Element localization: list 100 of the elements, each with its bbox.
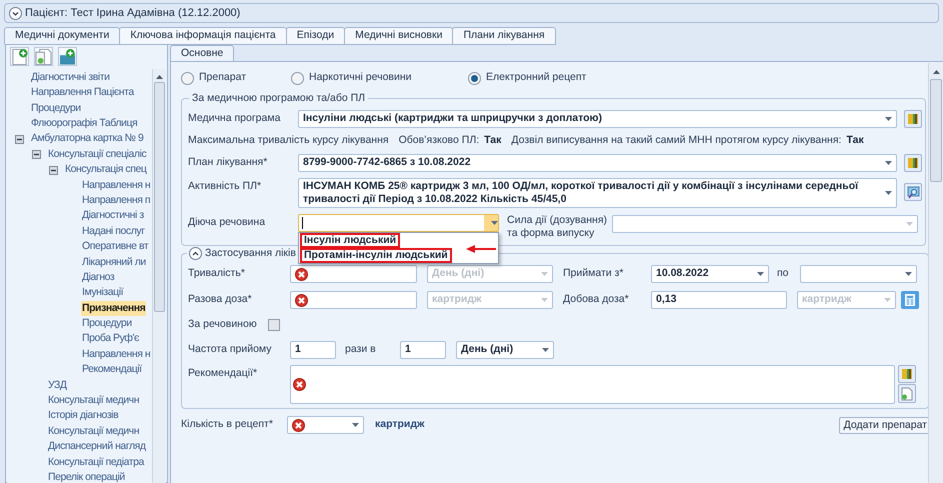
toolbar-button[interactable] xyxy=(34,47,53,66)
field-label: Обов’язково ПЛ: xyxy=(398,133,480,148)
dropdown-field[interactable] xyxy=(800,265,917,283)
text-field[interactable]: 0,13 xyxy=(651,291,787,309)
calculator-button[interactable] xyxy=(901,291,919,309)
tab[interactable]: Медичні документи xyxy=(4,27,120,45)
folder-button[interactable] xyxy=(904,154,922,172)
search-button[interactable] xyxy=(904,183,922,201)
flag-value: Так xyxy=(484,133,502,148)
add-folder-icon xyxy=(59,48,76,66)
caret-icon xyxy=(757,272,764,276)
collapse-icon[interactable] xyxy=(49,166,58,175)
dropdown-field[interactable] xyxy=(298,214,499,232)
tree-item[interactable]: Направлення Пацієнта xyxy=(30,85,135,101)
new-document-button[interactable] xyxy=(898,384,916,403)
field-label: Максимальна тривалість курсу лікування xyxy=(188,133,389,148)
scroll-up-icon[interactable] xyxy=(156,75,163,79)
dropdown-field[interactable] xyxy=(287,416,364,434)
search-icon xyxy=(906,186,920,198)
caret-icon xyxy=(491,221,498,225)
toolbar-button[interactable] xyxy=(58,47,77,66)
tab[interactable]: Медичні висновки xyxy=(344,27,454,45)
tree-item[interactable]: Диспансерний нагляд xyxy=(47,439,147,455)
copy-document-icon xyxy=(35,48,52,66)
tree-item[interactable]: Амбулаторна картка № 9 xyxy=(30,131,144,148)
document-icon xyxy=(901,386,913,400)
dropdown-option[interactable]: Протамін-інсулін людський xyxy=(300,248,452,263)
field-label: Сила дії (дозування) та форма випуску xyxy=(507,214,608,240)
dropdown-field[interactable]: Інсуліни людські (картриджи та шприцручки з доплатою) xyxy=(298,110,897,128)
calculator-icon xyxy=(905,294,915,306)
scrollbar-thumb[interactable] xyxy=(154,82,165,312)
tree-item[interactable]: Консультації медичн xyxy=(47,424,140,440)
tree-item[interactable]: Флюорографія Таблиця xyxy=(30,116,138,132)
tree-item[interactable]: Оперативне вт xyxy=(81,239,150,255)
folder-icon xyxy=(901,368,913,380)
field-label: Дозвіл виписування на такий самий МНН протягом курсу лікування: xyxy=(511,133,842,148)
field-label: рази в xyxy=(345,342,377,358)
radio-button[interactable] xyxy=(468,72,481,84)
folder-button[interactable] xyxy=(898,365,916,383)
tree-item[interactable]: УЗД xyxy=(47,378,68,394)
tree-item[interactable]: Діагностичні звіти xyxy=(30,70,110,86)
radio-button[interactable] xyxy=(181,72,194,84)
toolbar-button[interactable] xyxy=(10,47,29,66)
tree-item[interactable]: Призначення xyxy=(81,300,146,316)
text-field[interactable]: 1 xyxy=(290,341,336,359)
tree-item[interactable]: Процедури xyxy=(30,100,82,116)
field-label: Діюча речовина xyxy=(188,215,266,230)
tree-item[interactable]: Процедури xyxy=(81,316,133,332)
pointer-arrow xyxy=(466,245,496,253)
collapse-icon[interactable] xyxy=(15,134,24,144)
radio-label[interactable]: Наркотичні речовини xyxy=(309,70,412,86)
tab[interactable]: Ключова інформація пацієнта xyxy=(119,27,287,45)
tree-item[interactable]: Консультації спеціаліс xyxy=(47,146,148,163)
checkbox[interactable] xyxy=(268,319,280,331)
tree-item[interactable]: Діагностичні з xyxy=(81,208,145,224)
collapse-icon[interactable] xyxy=(9,6,22,20)
tree-item[interactable]: Направлення н xyxy=(81,346,152,363)
tab[interactable]: Епізоди xyxy=(286,27,346,45)
tree-item[interactable]: Діагноз xyxy=(81,270,116,286)
scrollbar-thumb[interactable] xyxy=(930,79,942,182)
radio-label[interactable]: Препарат xyxy=(199,70,246,86)
dropdown-field[interactable]: ІНСУМАН КОМБ 25® картридж 3 мл, 100 ОД/мл, короткої тривалості дії у комбінації з інсулінами середньої тривалості дії Період з 10.08.2022 Кількість 45/45,0 xyxy=(298,178,897,208)
text-field[interactable] xyxy=(290,291,417,309)
dropdown-field[interactable]: 10.08.2022 xyxy=(651,265,769,283)
scrollbar[interactable] xyxy=(928,63,943,483)
tree-item[interactable]: Рекомендації xyxy=(81,362,143,378)
folder-button[interactable] xyxy=(904,110,922,128)
tree-item[interactable]: Консультація спец xyxy=(64,162,148,178)
caret-icon xyxy=(884,298,891,302)
field-label: Частота прийому xyxy=(188,342,273,358)
tree-item[interactable]: Консультації медичн xyxy=(47,393,140,409)
tree-item[interactable]: Направлення п xyxy=(81,192,152,209)
field-label: За речовиною xyxy=(188,317,258,332)
collapse-icon[interactable] xyxy=(32,150,41,160)
text-field[interactable]: 1 xyxy=(400,341,446,359)
folder-icon xyxy=(907,113,919,125)
dropdown-option[interactable]: Інсулін людський xyxy=(300,233,400,248)
tree-item[interactable]: Надані послуг xyxy=(81,224,146,240)
collapse-icon[interactable] xyxy=(189,247,202,260)
caret-icon xyxy=(542,348,549,352)
tab[interactable]: Плани лікування xyxy=(452,27,556,45)
scroll-up-icon[interactable] xyxy=(933,70,940,74)
tree-item[interactable]: Перелік операцій xyxy=(47,470,126,483)
tree-item[interactable]: Лікарняний ли xyxy=(81,254,147,270)
tree-item[interactable]: Імунізації xyxy=(81,285,124,302)
scrollbar[interactable] xyxy=(152,69,166,483)
tree-item[interactable]: Консультації педіатра xyxy=(47,454,145,470)
dropdown-field[interactable] xyxy=(612,215,918,233)
radio-button[interactable] xyxy=(291,72,304,84)
tree-item[interactable]: Направлення н xyxy=(81,178,152,194)
dropdown-field[interactable]: 8799-9000-7742-6865 з 10.08.2022 xyxy=(298,154,897,172)
radio-label[interactable]: Електронний рецепт xyxy=(486,70,586,86)
tree-item[interactable]: Історія діагнозів xyxy=(47,408,120,424)
text-field[interactable] xyxy=(290,265,417,283)
dropdown-field[interactable]: День (дні) xyxy=(456,341,554,359)
field-label: Приймати з* xyxy=(563,266,624,282)
caret-icon xyxy=(541,298,548,302)
tab[interactable]: Основне xyxy=(170,45,234,62)
tree-item[interactable]: Проба Руф'є xyxy=(81,331,140,348)
field-label: Разова доза* xyxy=(188,292,253,308)
